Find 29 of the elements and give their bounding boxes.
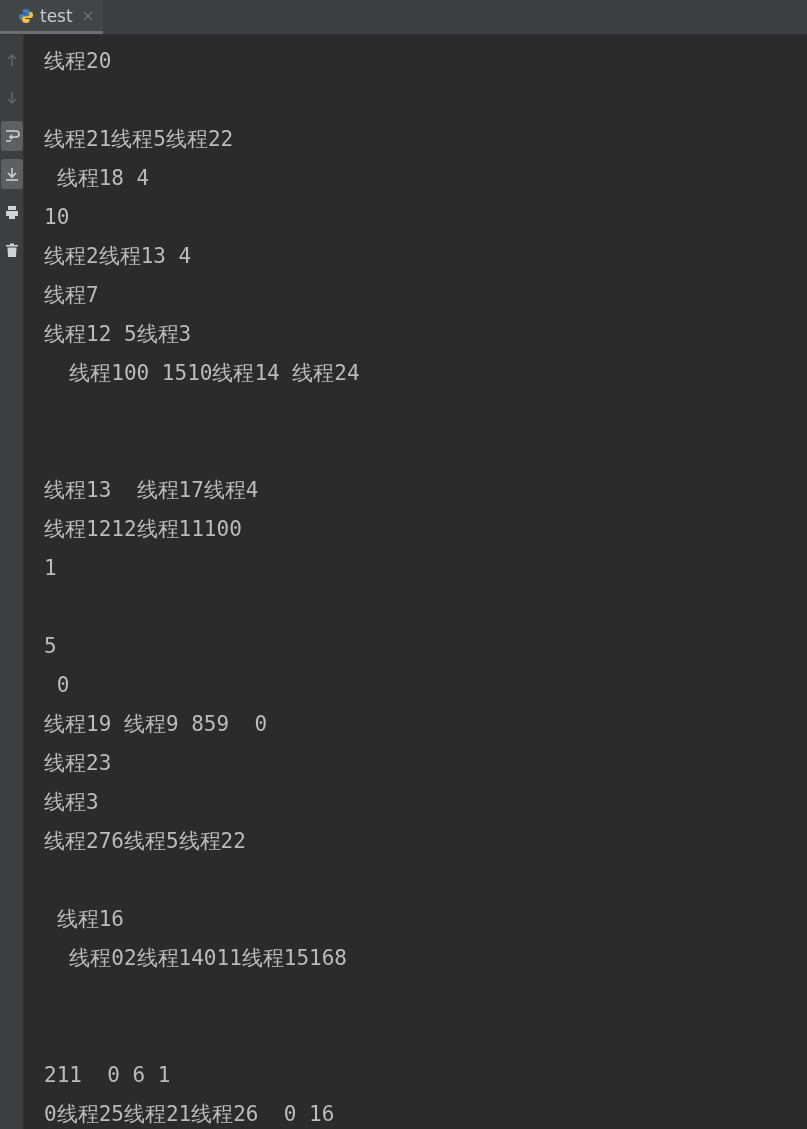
output-line: 线程18 4: [55, 164, 150, 192]
trash-icon: [3, 242, 20, 258]
output-line: 1: [44, 555, 57, 580]
output-line: 线程02线程14011线程15168: [68, 944, 347, 972]
output-line: 10: [44, 204, 70, 229]
output-line: 线程276线程5线程22: [44, 827, 246, 855]
python-icon: [18, 7, 34, 24]
output-line: 0: [55, 672, 70, 697]
output-line: 5: [44, 633, 57, 658]
output-line: 线程2线程13 4: [44, 242, 192, 270]
output-line: 线程23: [44, 749, 112, 777]
output-line: 线程7: [44, 281, 99, 309]
output-line: 线程13 线程17线程4: [44, 476, 259, 504]
output-line: 211 0 6 1: [44, 1062, 171, 1087]
tab[interactable]: test: [0, 0, 103, 34]
output-line: 线程100 1510线程14 线程24: [68, 359, 360, 387]
output-line: 线程21线程5线程22: [44, 125, 234, 153]
output-line: 线程20: [44, 47, 112, 75]
print-icon: [3, 204, 20, 220]
output-line: 线程1212线程11100: [44, 515, 242, 543]
output-line: 0线程25线程21线程26 0 16: [44, 1100, 335, 1128]
output-line: 线程19 线程9 859 0: [44, 710, 268, 738]
scroll-to-end-button[interactable]: [0, 159, 23, 189]
output-line: 线程3: [44, 788, 99, 816]
output-line: 线程12 5线程3: [44, 320, 192, 348]
scroll-to-end-icon: [3, 166, 20, 182]
output-line: 线程16: [55, 905, 124, 933]
soft-wrap-icon: [3, 128, 20, 144]
soft-wrap-button[interactable]: [0, 121, 23, 151]
